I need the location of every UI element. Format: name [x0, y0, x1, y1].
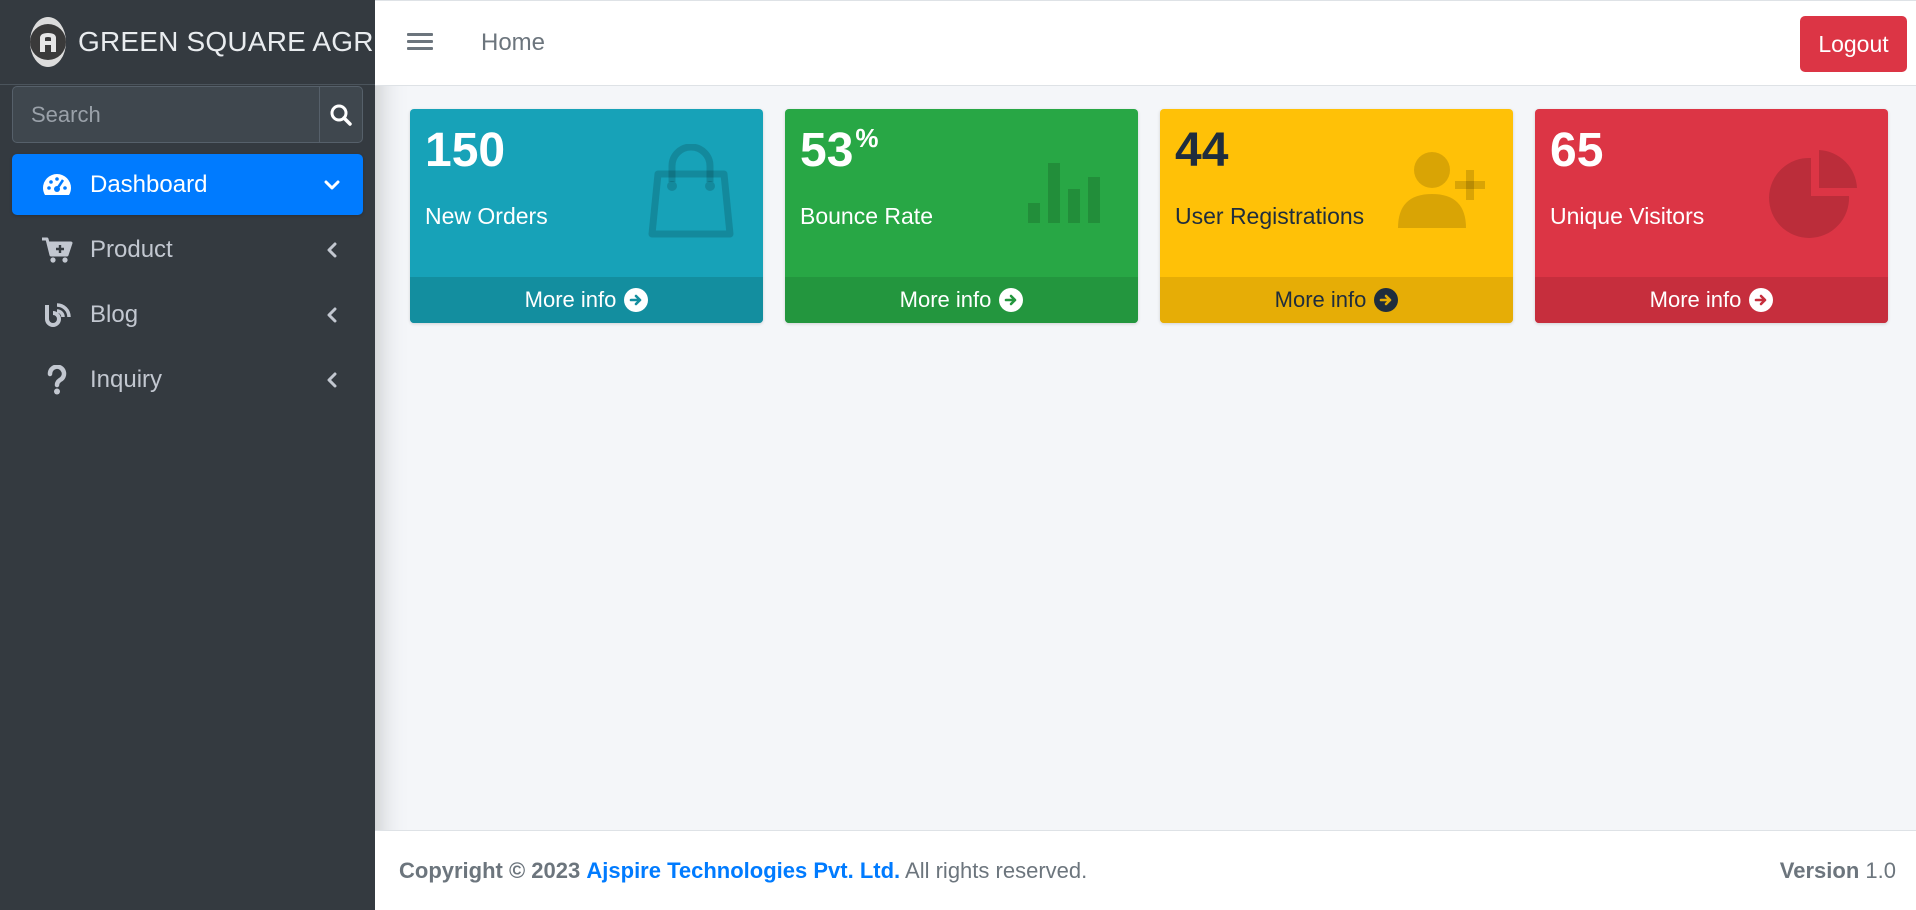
more-info-label: More info — [1274, 287, 1367, 312]
sidebar-item-blog[interactable]: Blog — [12, 284, 363, 345]
brand-link[interactable]: GREEN SQUARE AGRO — [0, 0, 396, 85]
tachometer-icon — [40, 170, 74, 200]
version-value: 1.0 — [1865, 858, 1896, 883]
more-info-link[interactable]: More info — [410, 277, 763, 323]
brand-logo-icon — [30, 17, 66, 67]
chevron-down-icon — [323, 176, 341, 194]
company-link[interactable]: Ajspire Technologies Pvt. Ltd. — [586, 858, 900, 883]
arrow-circle-right-icon — [1749, 288, 1774, 312]
arrow-circle-right-icon — [999, 288, 1024, 312]
user-plus-icon — [1391, 141, 1491, 241]
stat-card-unique-visitors: 65 Unique Visitors More info — [1535, 109, 1888, 323]
chevron-left-icon — [323, 371, 341, 389]
stat-cards: 150 New Orders More info 53% Bounce Rate… — [410, 109, 1888, 323]
stat-card-user-registrations: 44 User Registrations More info — [1160, 109, 1513, 323]
sidebar-item-inquiry[interactable]: Inquiry — [12, 349, 363, 410]
blog-icon — [40, 300, 74, 330]
logout-button[interactable]: Logout — [1800, 16, 1907, 72]
footer-copyright: Copyright © 2023 Ajspire Technologies Pv… — [399, 858, 1087, 884]
sidebar-search — [12, 86, 363, 143]
sidebar-item-label: Dashboard — [90, 170, 208, 198]
search-icon — [330, 104, 352, 126]
version-label: Version — [1779, 858, 1860, 883]
search-input[interactable] — [12, 86, 319, 143]
sidebar-item-label: Inquiry — [90, 365, 163, 393]
bar-chart-icon — [1016, 141, 1116, 241]
more-info-label: More info — [1649, 287, 1742, 312]
pie-chart-icon — [1766, 141, 1866, 241]
arrow-circle-right-icon — [1374, 288, 1399, 312]
stat-card-new-orders: 150 New Orders More info — [410, 109, 763, 323]
more-info-label: More info — [524, 287, 617, 312]
arrow-circle-right-icon — [624, 288, 649, 312]
page-footer: Copyright © 2023 Ajspire Technologies Pv… — [375, 830, 1916, 910]
sidebar-item-label: Product — [90, 235, 173, 263]
hamburger-menu-icon[interactable] — [407, 29, 433, 55]
more-info-link[interactable]: More info — [1535, 277, 1888, 323]
chevron-left-icon — [323, 306, 341, 324]
shopping-bag-icon — [641, 141, 741, 241]
sidebar-item-label: Blog — [90, 300, 139, 328]
brand-name: GREEN SQUARE AGRO — [78, 26, 396, 57]
chevron-left-icon — [323, 241, 341, 259]
more-info-link[interactable]: More info — [1160, 277, 1513, 323]
rights-text: All rights reserved. — [905, 858, 1088, 883]
stat-card-bounce-rate: 53% Bounce Rate More info — [785, 109, 1138, 323]
footer-version: Version 1.0 — [1780, 858, 1896, 884]
more-info-label: More info — [899, 287, 992, 312]
copyright-text: Copyright © 2023 — [399, 858, 581, 883]
more-info-link[interactable]: More info — [785, 277, 1138, 323]
sidebar-nav: Dashboard Product Blog Inquiry — [12, 154, 363, 414]
search-button[interactable] — [319, 86, 363, 143]
cart-plus-icon — [40, 235, 74, 265]
sidebar-item-dashboard[interactable]: Dashboard — [12, 154, 363, 215]
top-navbar: Home Logout — [375, 0, 1916, 86]
question-icon — [40, 364, 74, 395]
sidebar: GREEN SQUARE AGRO Dashboard Product — [0, 0, 396, 910]
home-link[interactable]: Home — [481, 29, 545, 57]
sidebar-item-product[interactable]: Product — [12, 219, 363, 280]
